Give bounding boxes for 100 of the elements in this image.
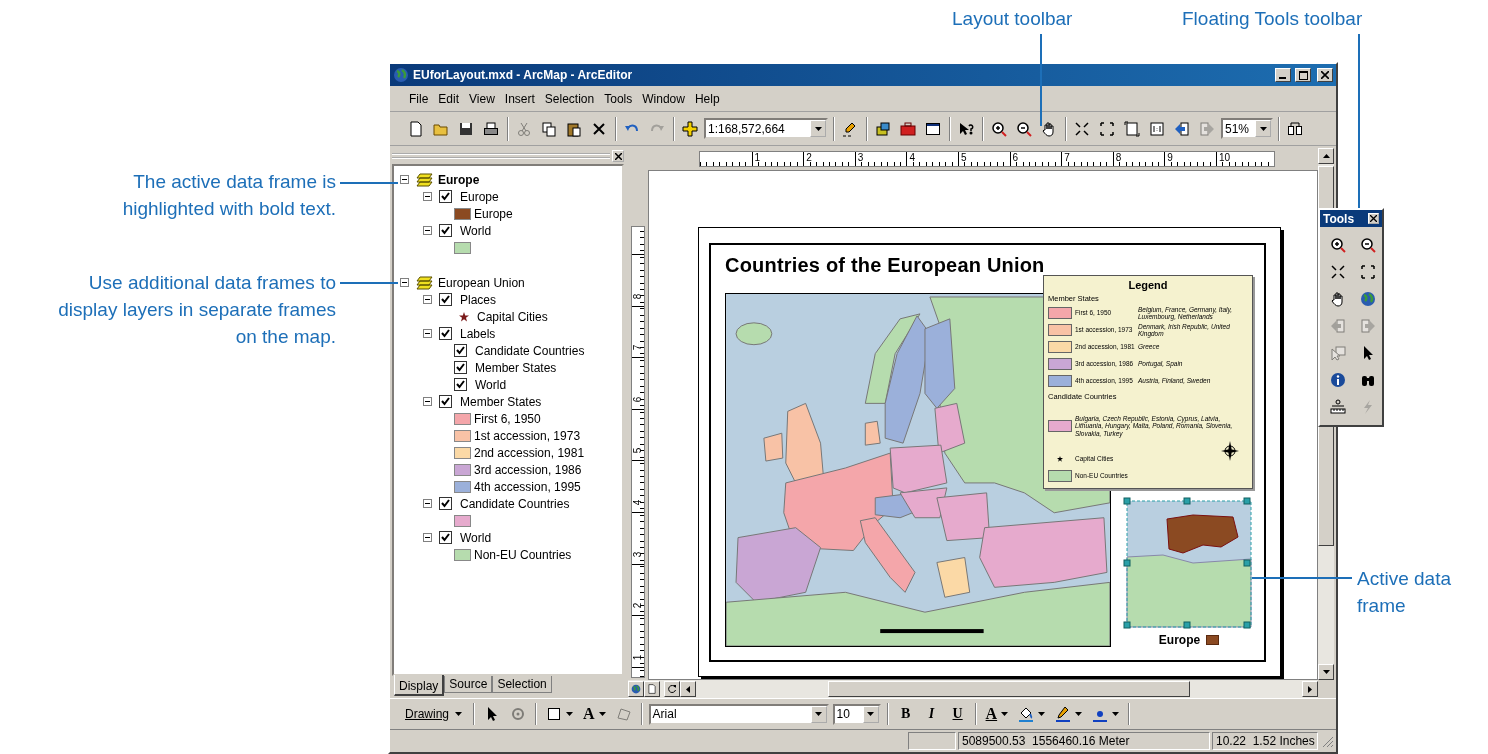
caret-icon	[1001, 712, 1009, 716]
checkbox[interactable]	[439, 497, 452, 510]
minus-icon	[424, 398, 431, 405]
refresh-icon	[667, 684, 677, 694]
checkbox[interactable]	[439, 224, 452, 237]
ruler-number: 1	[754, 152, 761, 163]
zoom-out-icon	[1360, 237, 1376, 253]
scroll-down-button[interactable]	[1318, 664, 1334, 680]
caret-icon	[1075, 712, 1083, 716]
checkbox[interactable]	[454, 361, 467, 374]
layer-name[interactable]: Candidate Countries	[460, 496, 570, 511]
expand-toggle[interactable]	[423, 295, 432, 304]
page-position-readout: 10.22 1.52 Inches	[1212, 732, 1318, 750]
expand-toggle[interactable]	[400, 175, 409, 184]
star-icon	[459, 311, 469, 322]
star-icon	[1057, 455, 1063, 462]
x-mark-icon	[591, 120, 607, 137]
callout-text: Active data frame	[1357, 567, 1452, 618]
scale-field[interactable]: 1:168,572,664	[704, 118, 828, 139]
ruler-number: 7	[632, 344, 644, 351]
checkbox[interactable]	[439, 190, 452, 203]
blank-page-icon	[408, 120, 424, 137]
layout-view-button[interactable]	[644, 681, 660, 697]
leader-line	[340, 282, 398, 284]
data-frame-name[interactable]: European Union	[438, 275, 525, 290]
data-view-button[interactable]	[628, 681, 644, 697]
checkmark-icon	[440, 191, 451, 202]
checkbox[interactable]	[439, 531, 452, 544]
scrollbar-thumb[interactable]	[828, 681, 1190, 697]
app-globe-icon	[393, 67, 409, 83]
inset-map-drawing[interactable]	[1123, 497, 1255, 631]
expand-toggle[interactable]	[423, 533, 432, 542]
italic-button[interactable]: I	[920, 703, 943, 725]
zoom-in-icon	[1330, 237, 1346, 253]
expand-toggle[interactable]	[423, 192, 432, 201]
scroll-up-button[interactable]	[1318, 148, 1334, 164]
panel-tab[interactable]: Display	[394, 675, 445, 696]
maximize-button[interactable]	[1295, 68, 1311, 82]
bold-button[interactable]: B	[894, 703, 917, 725]
refresh-button[interactable]	[664, 681, 680, 697]
layer-name[interactable]: Places	[460, 292, 497, 307]
layer-name[interactable]: Labels	[460, 326, 496, 341]
menu-item[interactable]: Window	[637, 88, 690, 109]
font-color-button[interactable]: A	[982, 703, 1012, 725]
legend-label: Non-EU Countries	[474, 547, 572, 562]
expand-toggle[interactable]	[423, 329, 432, 338]
globe-icon	[1360, 291, 1376, 307]
caret-icon	[455, 712, 462, 716]
menu-item[interactable]: Selection	[539, 88, 600, 109]
expand-toggle[interactable]	[423, 397, 432, 406]
left-triangle-icon	[686, 685, 690, 693]
close-button[interactable]	[1368, 213, 1379, 224]
underline-button[interactable]: U	[946, 703, 969, 725]
checkbox[interactable]	[439, 395, 452, 408]
minimize-button[interactable]	[1275, 68, 1291, 82]
layer-name[interactable]: Member States	[460, 394, 542, 409]
close-icon	[1370, 215, 1377, 222]
close-button[interactable]	[1317, 68, 1333, 82]
layout-toggle-icon	[1287, 120, 1303, 137]
checkbox[interactable]	[439, 293, 452, 306]
menu-item[interactable]: Help	[689, 88, 725, 109]
panel-tab[interactable]: Source	[444, 676, 493, 693]
caret-icon	[1038, 712, 1046, 716]
close-button[interactable]	[612, 150, 624, 162]
checkbox[interactable]	[454, 344, 467, 357]
ruler-number: 4	[632, 499, 644, 506]
checkbox[interactable]	[454, 378, 467, 391]
expand-toggle[interactable]	[423, 499, 432, 508]
scroll-right-button[interactable]	[1302, 681, 1318, 697]
scroll-left-button[interactable]	[680, 681, 696, 697]
callout-text: Layout toolbar	[952, 7, 1073, 31]
menu-item[interactable]: Tools	[599, 88, 638, 109]
font-field[interactable]: Arial	[648, 703, 829, 725]
menu-item[interactable]: Edit	[433, 88, 465, 109]
data-frame-name[interactable]: Europe	[438, 172, 480, 187]
caret-icon	[814, 126, 822, 131]
menu-item[interactable]: View	[464, 88, 500, 109]
zoom-out-icon	[1016, 120, 1032, 137]
checkbox[interactable]	[439, 327, 452, 340]
expand-toggle[interactable]	[423, 226, 432, 235]
drawing-menu[interactable]: Drawing	[400, 703, 467, 725]
rotate-icon	[510, 706, 526, 722]
layer-name[interactable]: Europe	[460, 189, 499, 204]
zoom-field[interactable]: 51%	[1221, 118, 1273, 139]
layer-name[interactable]: World	[460, 530, 492, 545]
menu-item[interactable]: Insert	[499, 88, 540, 109]
font-size-field[interactable]: 10	[832, 703, 881, 725]
expand-toggle[interactable]	[400, 278, 409, 287]
close-icon	[614, 152, 622, 160]
text-tool-button[interactable]: A	[580, 703, 609, 725]
polygon-icon	[615, 706, 632, 722]
menu-item[interactable]: File	[404, 88, 434, 109]
ruler-number: 5	[960, 152, 967, 163]
hand-icon	[1330, 291, 1346, 307]
layer-name[interactable]: World	[460, 223, 492, 238]
leader-line	[340, 182, 398, 184]
checkmark-icon	[440, 532, 451, 543]
legend-label: 3rd accession, 1986	[474, 462, 582, 477]
panel-tab[interactable]: Selection	[492, 676, 552, 693]
minus-icon	[401, 176, 408, 183]
